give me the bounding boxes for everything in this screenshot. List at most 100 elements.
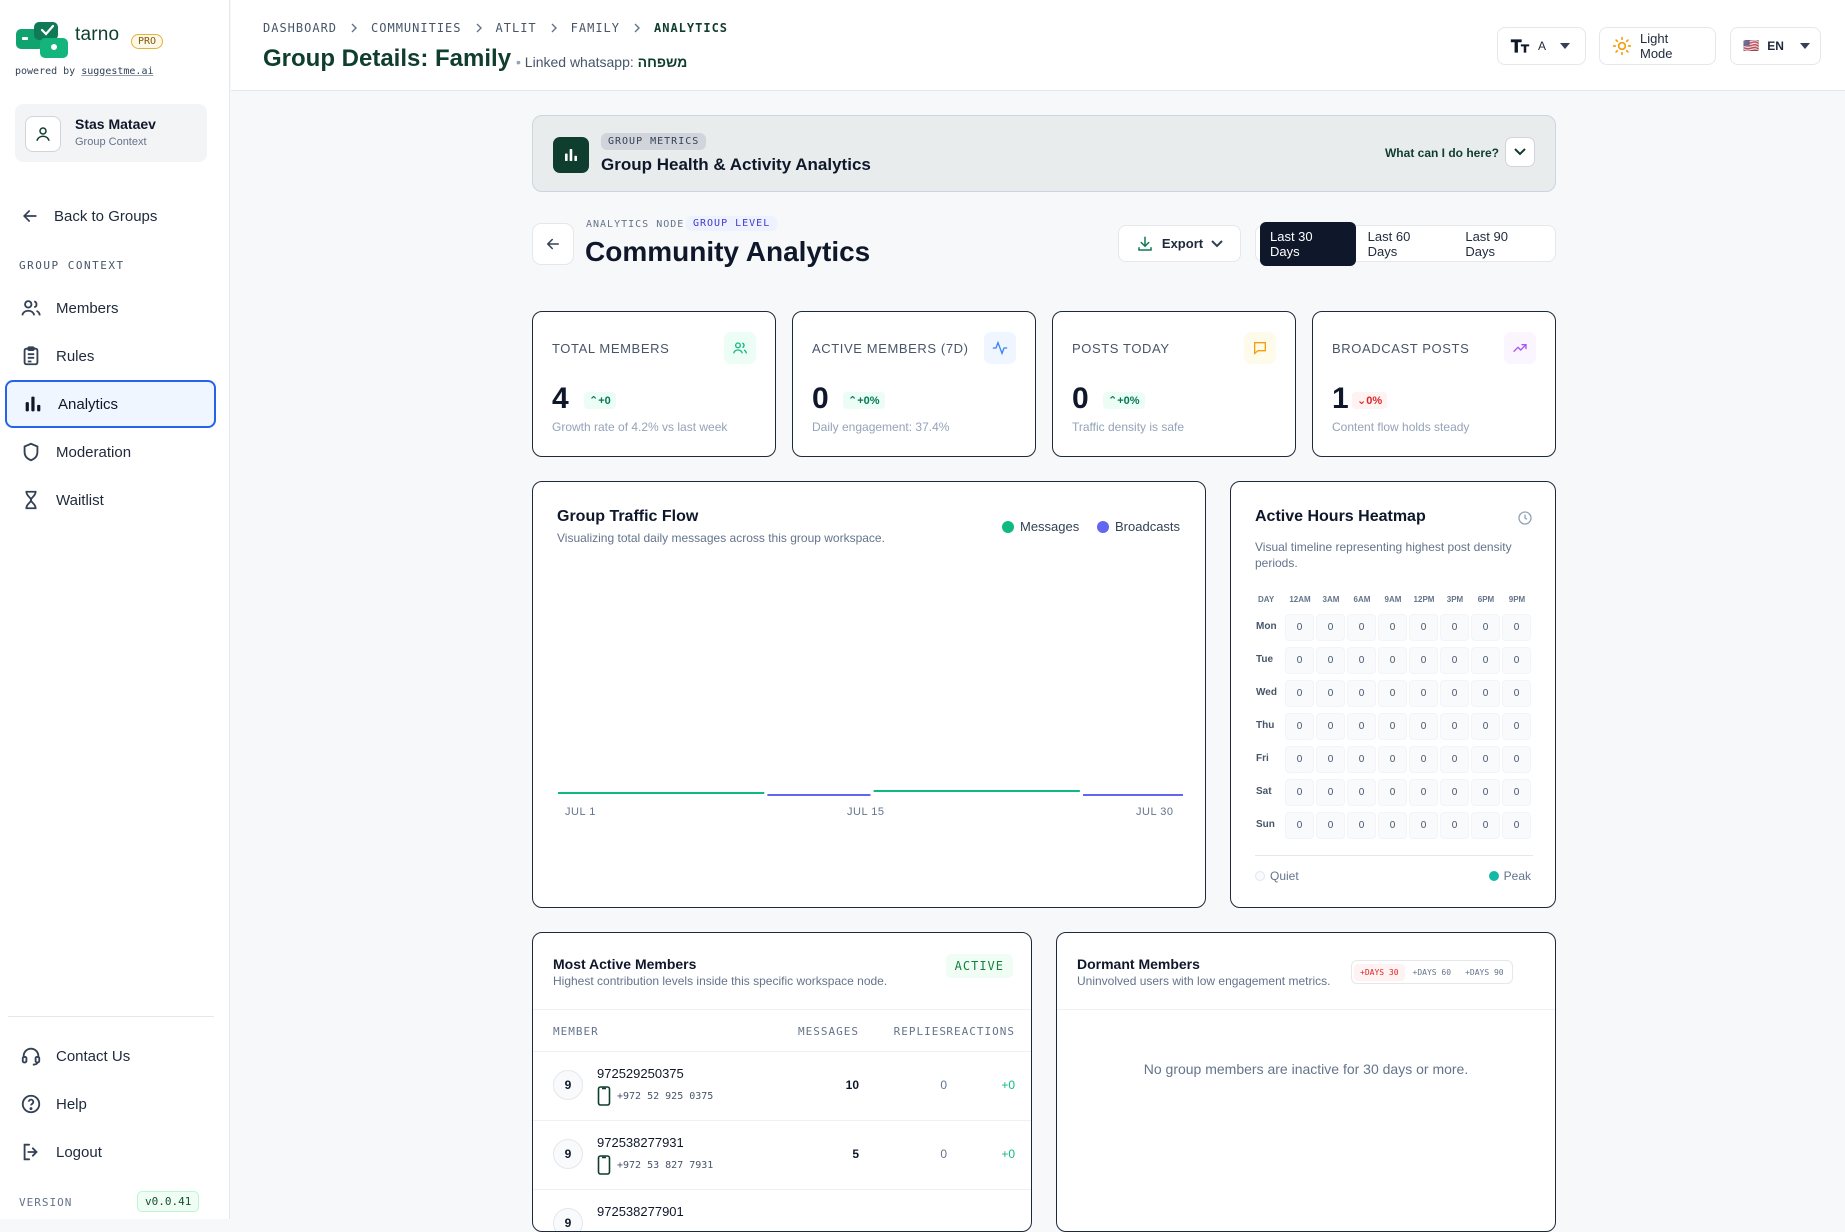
range-60-days[interactable]: Last 60 Days <box>1358 222 1454 266</box>
heatmap-cell[interactable]: 0 <box>1285 812 1314 839</box>
heatmap-cell[interactable]: 0 <box>1285 746 1314 773</box>
heatmap-cell[interactable]: 0 <box>1471 680 1500 707</box>
heatmap-cell[interactable]: 0 <box>1378 680 1407 707</box>
range-90-days[interactable]: Last 90 Days <box>1455 222 1551 266</box>
theme-toggle-button[interactable]: Light Mode <box>1599 27 1716 65</box>
table-row[interactable]: 9 972538277901 <box>533 1189 1031 1231</box>
heatmap-cell[interactable]: 0 <box>1502 647 1531 674</box>
heatmap-cell[interactable]: 0 <box>1440 680 1469 707</box>
breadcrumb-dashboard[interactable]: DASHBOARD <box>263 21 337 35</box>
heatmap-cell[interactable]: 0 <box>1316 779 1345 806</box>
heatmap-cell[interactable]: 0 <box>1285 647 1314 674</box>
col-reactions[interactable]: REACTIONS <box>933 1025 1015 1038</box>
heatmap-cell[interactable]: 0 <box>1471 713 1500 740</box>
heatmap-cell[interactable]: 0 <box>1316 713 1345 740</box>
heatmap-cell[interactable]: 0 <box>1378 746 1407 773</box>
breadcrumb-analytics: ANALYTICS <box>654 21 729 35</box>
heatmap-cell[interactable]: 0 <box>1409 779 1438 806</box>
sidebar-item-help[interactable]: Help <box>5 1080 216 1128</box>
heatmap-cell[interactable]: 0 <box>1502 680 1531 707</box>
back-button[interactable] <box>532 223 574 265</box>
heatmap-cell[interactable]: 0 <box>1471 812 1500 839</box>
heatmap-cell[interactable]: 0 <box>1316 746 1345 773</box>
heatmap-cell[interactable]: 0 <box>1347 746 1376 773</box>
table-row[interactable]: 9 972529250375 +972 52 925 0375 10 0 +0 <box>533 1051 1031 1119</box>
table-row[interactable]: 9 972538277931 +972 53 827 7931 5 0 +0 <box>533 1120 1031 1188</box>
stat-delta: ⌃+0 <box>584 392 616 409</box>
language-select[interactable]: 🇺🇸 EN <box>1730 27 1821 65</box>
heatmap-cell[interactable]: 0 <box>1347 713 1376 740</box>
heatmap-cell[interactable]: 0 <box>1502 779 1531 806</box>
stat-subtext: Content flow holds steady <box>1332 420 1470 434</box>
sidebar-item-members[interactable]: Members <box>5 284 216 332</box>
heatmap-cell[interactable]: 0 <box>1347 680 1376 707</box>
heatmap-cell[interactable]: 0 <box>1285 713 1314 740</box>
heatmap-cell[interactable]: 0 <box>1347 812 1376 839</box>
heatmap-cell[interactable]: 0 <box>1440 812 1469 839</box>
heatmap-cell[interactable]: 0 <box>1316 614 1345 641</box>
heatmap-cell[interactable]: 0 <box>1409 713 1438 740</box>
heatmap-cell[interactable]: 0 <box>1347 647 1376 674</box>
breadcrumb-atlit[interactable]: ATLIT <box>496 21 537 35</box>
sidebar-item-logout[interactable]: Logout <box>5 1128 216 1176</box>
heatmap-cell[interactable]: 0 <box>1440 614 1469 641</box>
heatmap-cell[interactable]: 0 <box>1285 614 1314 641</box>
sidebar-item-moderation[interactable]: Moderation <box>5 428 216 476</box>
version-label: VERSION <box>19 1196 73 1209</box>
heatmap-cell[interactable]: 0 <box>1378 779 1407 806</box>
sidebar-item-waitlist[interactable]: Waitlist <box>5 476 216 524</box>
heatmap-cell[interactable]: 0 <box>1285 680 1314 707</box>
heatmap-cell[interactable]: 0 <box>1409 680 1438 707</box>
heatmap-cell[interactable]: 0 <box>1409 647 1438 674</box>
heatmap-cell[interactable]: 0 <box>1440 746 1469 773</box>
heatmap-cell[interactable]: 0 <box>1471 647 1500 674</box>
powered-link[interactable]: suggestme.ai <box>81 66 153 77</box>
col-messages[interactable]: MESSAGES <box>769 1025 859 1038</box>
active-hours-heatmap-card: Active Hours Heatmap Visual timeline rep… <box>1230 481 1556 908</box>
heatmap-cell[interactable]: 0 <box>1471 614 1500 641</box>
stat-delta-value: +0% <box>1117 395 1140 407</box>
col-member[interactable]: MEMBER <box>553 1025 599 1038</box>
heatmap-cell[interactable]: 0 <box>1347 779 1376 806</box>
tarno-logo[interactable] <box>14 20 70 60</box>
heatmap-cell[interactable]: 0 <box>1316 647 1345 674</box>
user-card[interactable]: Stas Mataev Group Context <box>15 104 207 162</box>
stat-label: POSTS TODAY <box>1072 341 1170 356</box>
heatmap-cell[interactable]: 0 <box>1502 746 1531 773</box>
heatmap-cell[interactable]: 0 <box>1471 779 1500 806</box>
expand-button[interactable] <box>1505 137 1535 167</box>
heatmap-cell[interactable]: 0 <box>1440 647 1469 674</box>
filter-60-days[interactable]: +DAYS 60 <box>1407 964 1458 981</box>
filter-30-days[interactable]: +DAYS 30 <box>1354 963 1405 981</box>
breadcrumb-family[interactable]: FAMILY <box>571 21 620 35</box>
day-label: Tue <box>1256 654 1274 665</box>
back-to-groups-link[interactable]: Back to Groups <box>20 206 157 226</box>
heatmap-cell[interactable]: 0 <box>1347 614 1376 641</box>
heatmap-cell[interactable]: 0 <box>1285 779 1314 806</box>
heatmap-cell[interactable]: 0 <box>1378 713 1407 740</box>
heatmap-cell[interactable]: 0 <box>1409 812 1438 839</box>
export-button[interactable]: Export <box>1118 225 1241 262</box>
heatmap-cell[interactable]: 0 <box>1440 713 1469 740</box>
font-size-button[interactable]: A <box>1497 27 1586 65</box>
breadcrumb-communities[interactable]: COMMUNITIES <box>371 21 461 35</box>
sidebar-item-contact[interactable]: Contact Us <box>5 1032 216 1080</box>
heatmap-cell[interactable]: 0 <box>1409 614 1438 641</box>
heatmap-cell[interactable]: 0 <box>1502 614 1531 641</box>
heatmap-cell[interactable]: 0 <box>1440 779 1469 806</box>
day-label: Sat <box>1256 786 1272 797</box>
heatmap-cell[interactable]: 0 <box>1378 812 1407 839</box>
filter-90-days[interactable]: +DAYS 90 <box>1459 964 1510 981</box>
help-link[interactable]: What can I do here? <box>1385 146 1499 160</box>
heatmap-cell[interactable]: 0 <box>1316 812 1345 839</box>
heatmap-cell[interactable]: 0 <box>1409 746 1438 773</box>
heatmap-cell[interactable]: 0 <box>1502 812 1531 839</box>
heatmap-cell[interactable]: 0 <box>1502 713 1531 740</box>
heatmap-cell[interactable]: 0 <box>1378 647 1407 674</box>
heatmap-cell[interactable]: 0 <box>1471 746 1500 773</box>
range-30-days[interactable]: Last 30 Days <box>1260 221 1356 266</box>
sidebar-item-analytics[interactable]: Analytics <box>5 380 216 428</box>
sidebar-item-rules[interactable]: Rules <box>5 332 216 380</box>
heatmap-cell[interactable]: 0 <box>1316 680 1345 707</box>
heatmap-cell[interactable]: 0 <box>1378 614 1407 641</box>
